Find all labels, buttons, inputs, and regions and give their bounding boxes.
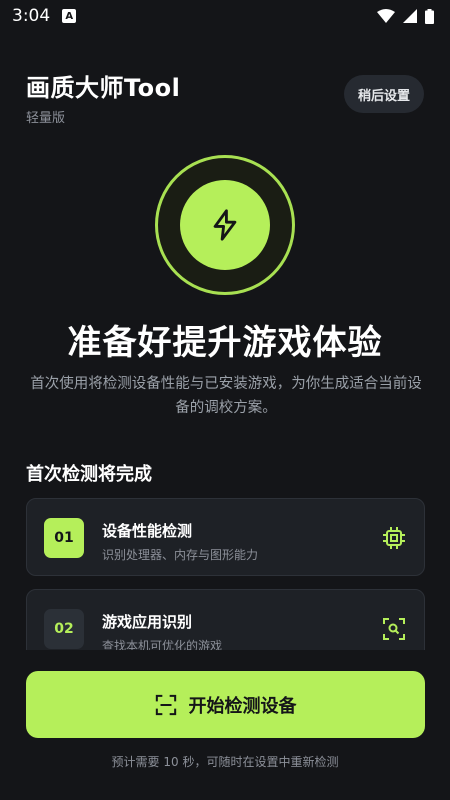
lightning-icon bbox=[213, 209, 237, 241]
battery-icon bbox=[425, 8, 434, 24]
app-title: 画质大师Tool bbox=[26, 74, 181, 102]
a-letter-icon: A bbox=[62, 9, 77, 23]
status-time: 3:04 bbox=[12, 6, 51, 26]
headline: 准备好提升游戏体验 bbox=[67, 323, 383, 363]
step-number: 01 bbox=[44, 518, 84, 558]
chip-icon bbox=[383, 527, 405, 549]
footnote: 预计需要 10 秒，可随时在设置中重新检测 bbox=[111, 755, 339, 769]
step-number: 02 bbox=[44, 609, 84, 649]
step-title: 设备性能检测 bbox=[102, 522, 193, 540]
start-detection-label: 开始检测设备 bbox=[188, 695, 297, 716]
hero-description: 首次使用将检测设备性能与已安装游戏，为你生成适合当前设备的调校方案。 bbox=[30, 376, 422, 416]
checklist: 01 设备性能检测 识别处理器、内存与图形能力 02 游戏应用识别 查找本机可优… bbox=[0, 490, 450, 650]
status-icons bbox=[377, 8, 434, 24]
list-item-device-check[interactable]: 01 设备性能检测 识别处理器、内存与图形能力 bbox=[26, 498, 425, 576]
step-subtitle: 识别处理器、内存与图形能力 bbox=[102, 548, 259, 562]
scan-icon bbox=[155, 694, 176, 715]
scan-search-icon bbox=[383, 618, 405, 640]
status-bar: 3:04 A bbox=[0, 0, 450, 32]
list-item-game-detect[interactable]: 02 游戏应用识别 查找本机可优化的游戏 bbox=[26, 589, 425, 650]
hero-badge bbox=[155, 155, 295, 295]
app-subtitle: 轻量版 bbox=[26, 111, 66, 126]
step-subtitle: 查找本机可优化的游戏 bbox=[102, 639, 223, 650]
section-title: 首次检测将完成 bbox=[26, 464, 152, 485]
hero-core bbox=[180, 180, 270, 270]
step-title: 游戏应用识别 bbox=[102, 613, 193, 631]
wifi-icon bbox=[377, 9, 395, 23]
cellular-signal-icon bbox=[403, 9, 417, 23]
set-up-later-button[interactable]: 稍后设置 bbox=[344, 75, 424, 113]
start-detection-button[interactable]: 开始检测设备 bbox=[26, 671, 425, 738]
